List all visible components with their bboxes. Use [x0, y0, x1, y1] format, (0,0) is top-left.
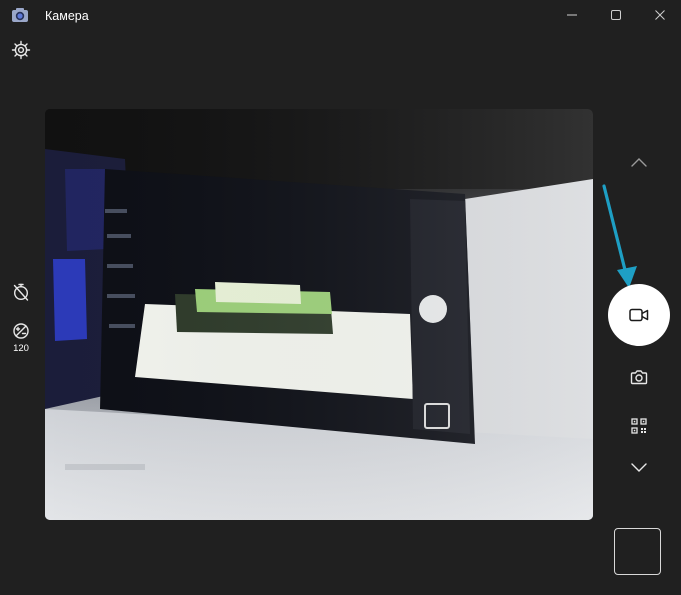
- window-title: Камера: [45, 9, 89, 23]
- maximize-button[interactable]: [593, 0, 639, 30]
- gallery-thumbnail-button[interactable]: [614, 528, 661, 575]
- photo-mode-button[interactable]: [626, 365, 652, 389]
- camera-app-icon: [11, 7, 29, 23]
- record-video-button[interactable]: [608, 284, 670, 346]
- timer-button[interactable]: [9, 280, 33, 304]
- video-camera-icon: [629, 308, 649, 322]
- maximize-icon: [611, 10, 621, 20]
- timer-off-icon: [13, 283, 29, 301]
- close-icon: [655, 10, 665, 20]
- gear-icon: [11, 40, 31, 60]
- minimize-icon: [567, 14, 577, 16]
- chevron-down-icon: [631, 463, 647, 472]
- camera-icon: [630, 370, 648, 385]
- chevron-up-icon: [631, 158, 647, 167]
- exposure-button[interactable]: 120: [5, 322, 37, 354]
- exposure-compensation-icon: [13, 323, 29, 339]
- qr-scanner-button[interactable]: [626, 414, 652, 438]
- annotation-arrow: [602, 184, 637, 288]
- camera-preview: [45, 109, 593, 520]
- close-button[interactable]: [637, 0, 681, 30]
- minimize-button[interactable]: [549, 0, 595, 30]
- qr-code-icon: [631, 418, 647, 434]
- mode-up-button[interactable]: [626, 150, 652, 174]
- exposure-value: 120: [13, 343, 29, 354]
- settings-button[interactable]: [9, 38, 33, 62]
- mode-down-button[interactable]: [626, 456, 652, 480]
